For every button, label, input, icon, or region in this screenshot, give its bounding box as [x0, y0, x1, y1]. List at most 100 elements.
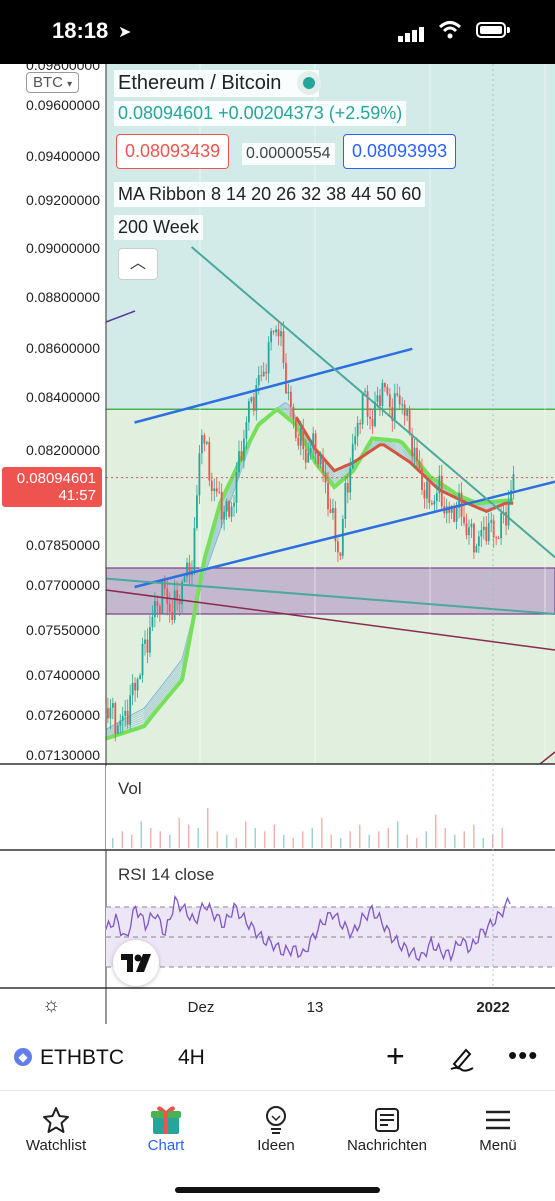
candle-body: [406, 408, 409, 416]
candle-body: [403, 404, 406, 416]
symbol-toolbar: ◆ ETHBTC 4H + •••: [0, 1032, 555, 1090]
more-icon[interactable]: •••: [508, 1040, 538, 1071]
candle-body: [426, 481, 428, 499]
candle-body: [341, 518, 344, 556]
price-axis: [0, 64, 106, 764]
candle-body: [178, 600, 181, 605]
candle-body: [171, 612, 174, 620]
volume-bar: [359, 824, 361, 848]
candle-body: [336, 541, 339, 553]
200-week-indicator[interactable]: 200 Week: [114, 215, 203, 240]
chevron-down-icon: ▾: [67, 79, 73, 90]
candle-body: [490, 520, 493, 523]
ma-ribbon-indicator[interactable]: MA Ribbon 8 14 20 26 32 38 44 50 60: [114, 182, 426, 207]
candle-body: [359, 423, 362, 425]
candle-body: [401, 404, 404, 406]
candle-body: [111, 703, 114, 708]
candle-body: [411, 433, 413, 457]
candle-body: [329, 509, 332, 513]
candle-body: [225, 501, 228, 512]
candle-body: [307, 452, 310, 463]
candle-body: [144, 639, 146, 644]
candle-body: [149, 627, 151, 653]
candle-body: [482, 526, 485, 531]
tab-ideen[interactable]: Ideen: [221, 1103, 331, 1154]
candle-body: [196, 495, 198, 528]
candle-body: [497, 538, 500, 540]
candle-body: [398, 395, 401, 405]
location-arrow-icon: ➤: [118, 24, 132, 41]
candle-body: [332, 508, 334, 513]
candle-body: [210, 480, 213, 492]
bar-countdown: 41:57: [58, 487, 96, 504]
status-bar: 18:18 ➤: [0, 0, 555, 64]
candle-body: [322, 455, 324, 473]
lightbulb-icon: [266, 1106, 286, 1134]
candle-body: [124, 710, 127, 717]
volume-bar: [283, 834, 285, 848]
candle-body: [215, 488, 218, 492]
candle-body: [166, 588, 169, 604]
candle-body: [250, 397, 253, 402]
last-price: 0.08094601: [16, 470, 96, 487]
candle-body: [116, 725, 119, 734]
add-icon[interactable]: +: [386, 1038, 405, 1075]
volume-bar: [482, 838, 484, 848]
candle-body: [119, 720, 122, 726]
volume-bar: [245, 821, 247, 848]
candle-body: [213, 488, 216, 492]
volume-bar: [169, 834, 171, 848]
candle-body: [463, 516, 465, 524]
candle-body: [309, 448, 312, 453]
symbol-name[interactable]: ETHBTC: [40, 1046, 124, 1070]
y-tick-label: 0.08800000: [26, 289, 100, 305]
settings-gear-icon[interactable]: ☼: [42, 994, 60, 1017]
tab-nachrichten[interactable]: Nachrichten: [332, 1103, 442, 1154]
candle-body: [480, 530, 483, 537]
volume-bar: [273, 824, 275, 848]
home-indicator: [175, 1187, 380, 1193]
chart-area[interactable]: 0.098000000.096000000.094000000.09200000…: [0, 64, 555, 1032]
candle-body: [208, 441, 211, 481]
tab-label: Watchlist: [25, 1137, 87, 1154]
candle-body: [428, 481, 431, 503]
candle-body: [173, 590, 176, 620]
candle-body: [228, 501, 230, 517]
candle-body: [220, 492, 223, 520]
collapse-legend-button[interactable]: ︿: [118, 248, 158, 280]
candle-body: [386, 387, 389, 395]
candle-body: [114, 703, 117, 734]
y-tick-label: 0.09400000: [26, 148, 100, 164]
price-change: 0.08094601 +0.00204373 (+2.59%): [114, 101, 407, 126]
candle-body: [366, 391, 369, 417]
volume-bar: [463, 831, 465, 848]
candle-body: [371, 418, 374, 427]
interval-selector[interactable]: 4H: [178, 1046, 205, 1070]
tab-menu[interactable]: Menü: [443, 1103, 553, 1154]
candle-body: [317, 454, 320, 465]
candle-body: [327, 482, 329, 510]
candle-body: [203, 435, 206, 444]
candle-body: [282, 331, 285, 363]
tab-label: Nachrichten: [346, 1137, 428, 1154]
candle-body: [312, 433, 315, 449]
x-tick-label: 2022: [476, 999, 509, 1016]
candle-body: [280, 331, 282, 337]
volume-bar: [321, 818, 323, 848]
volume-bar: [235, 838, 237, 848]
volume-bar: [378, 831, 380, 848]
chart-title[interactable]: Ethereum / Bitcoin: [114, 70, 319, 97]
tab-watchlist[interactable]: Watchlist: [1, 1103, 111, 1154]
candle-body: [243, 438, 245, 461]
draw-pen-icon[interactable]: [448, 1044, 476, 1072]
ask-price[interactable]: 0.08093993: [343, 134, 457, 169]
candle-body: [314, 433, 317, 455]
chevron-up-icon: ︿: [129, 255, 146, 272]
bid-price[interactable]: 0.08093439: [116, 134, 230, 169]
candle-body: [351, 444, 354, 469]
currency-badge[interactable]: BTC ▾: [26, 72, 80, 93]
tab-chart[interactable]: Chart: [111, 1103, 221, 1154]
candle-body: [277, 329, 280, 337]
candle-body: [388, 394, 391, 408]
candle-body: [230, 506, 233, 517]
